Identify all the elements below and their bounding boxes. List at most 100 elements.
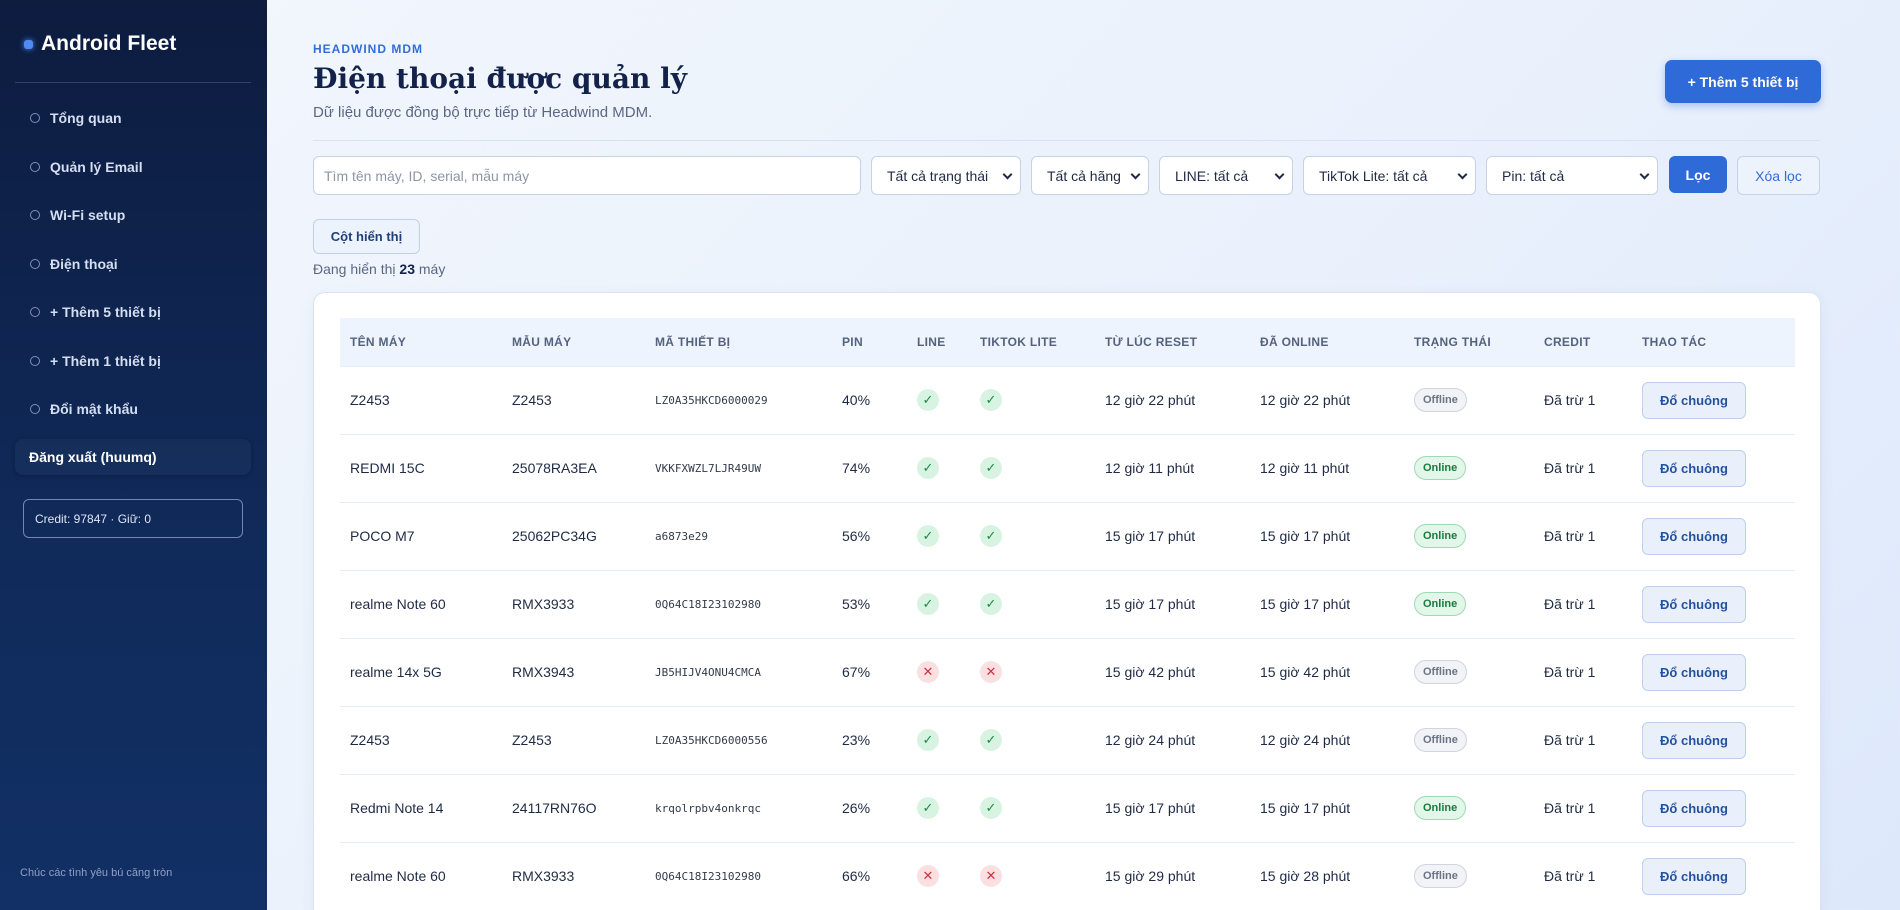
logout-button[interactable]: Đăng xuất (huumq) xyxy=(15,439,251,475)
device-model-cell: RMX3933 xyxy=(502,569,645,638)
table-header-row: TÊN MÁY MẪU MÁY MÃ THIẾT BỊ PIN LINE TIK… xyxy=(340,318,1795,366)
status-badge: Online xyxy=(1414,524,1467,548)
chevron-down-icon xyxy=(1457,169,1468,180)
device-id-cell: 0Q64C18I23102980 xyxy=(645,569,832,638)
device-id-cell: LZ0A35HKCD6000556 xyxy=(645,705,832,774)
check-icon: ✓ xyxy=(917,457,939,479)
table-row[interactable]: realme Note 60 RMX3933 0Q64C18I23102980 53%… xyxy=(340,569,1795,638)
line-cell: ✓ xyxy=(907,705,970,774)
device-name-cell: Z2453 xyxy=(340,705,502,774)
table-row[interactable]: POCO M7 25062PC34G a6873e29 56% ✓ ✓ 15 giờ 17 … xyxy=(340,501,1795,570)
bullet-icon xyxy=(30,258,40,269)
ring-button[interactable]: Đổ chuông xyxy=(1642,721,1746,759)
check-icon: ✓ xyxy=(980,729,1002,751)
ring-button[interactable]: Đổ chuông xyxy=(1642,653,1746,691)
online-time-cell: 15 giờ 42 phút xyxy=(1250,637,1404,706)
sidebar-item-label: Wi-Fi setup xyxy=(50,207,126,224)
sidebar-item-label: Đổi mật khẩu xyxy=(50,401,138,418)
ring-button[interactable]: Đổ chuông xyxy=(1642,517,1746,555)
ring-button[interactable]: Đổ chuông xyxy=(1642,381,1746,419)
table-row[interactable]: Z2453 Z2453 LZ0A35HKCD6000556 23% ✓ ✓ 12 giờ 2… xyxy=(340,705,1795,774)
sidebar-item-change-password[interactable]: Đổi mật khẩu xyxy=(0,385,267,434)
search-input[interactable] xyxy=(313,156,861,195)
ring-button[interactable]: Đổ chuông xyxy=(1642,789,1746,827)
table-row[interactable]: realme Note 60 RMX3933 0Q64C18I23102980 66%… xyxy=(340,841,1795,910)
chevron-down-icon xyxy=(1130,169,1141,180)
credit-cell: Đã trừ 1 xyxy=(1534,569,1632,638)
device-model-cell: RMX3943 xyxy=(502,637,645,706)
battery-cell: 40% xyxy=(832,365,907,434)
main-content: HEADWIND MDM Điện thoại được quản lý Dữ … xyxy=(267,0,1900,910)
brand-select[interactable]: Tất cả hãng xyxy=(1031,156,1149,195)
column-header[interactable]: LINE xyxy=(907,318,970,366)
online-time-cell: 15 giờ 17 phút xyxy=(1250,569,1404,638)
battery-cell: 53% xyxy=(832,569,907,638)
device-table: TÊN MÁY MẪU MÁY MÃ THIẾT BỊ PIN LINE TIK… xyxy=(340,318,1795,910)
action-cell: Đổ chuông xyxy=(1632,705,1795,774)
device-model-cell: Z2453 xyxy=(502,365,645,434)
device-model-cell: 25078RA3EA xyxy=(502,433,645,502)
ring-button[interactable]: Đổ chuông xyxy=(1642,449,1746,487)
reset-time-cell: 15 giờ 17 phút xyxy=(1095,501,1250,570)
column-header[interactable]: TỪ LÚC RESET xyxy=(1095,318,1250,366)
ring-button[interactable]: Đổ chuông xyxy=(1642,857,1746,895)
footer-note: Chúc các tình yêu bú căng tròn xyxy=(20,867,173,879)
column-header[interactable]: TÊN MÁY xyxy=(340,318,502,366)
device-table-card: TÊN MÁY MẪU MÁY MÃ THIẾT BỊ PIN LINE TIK… xyxy=(313,292,1821,910)
online-time-cell: 12 giờ 22 phút xyxy=(1250,365,1404,434)
battery-cell: 66% xyxy=(832,841,907,910)
credit-cell: Đã trừ 1 xyxy=(1534,501,1632,570)
device-count-suffix: máy xyxy=(418,261,446,277)
bullet-icon xyxy=(30,113,40,124)
status-cell: Online xyxy=(1404,501,1534,570)
status-select[interactable]: Tất cả trạng thái xyxy=(871,156,1021,195)
sidebar-item-phones[interactable]: Điện thoại xyxy=(0,240,267,289)
sidebar-item-add-5[interactable]: + Thêm 5 thiết bị xyxy=(0,288,267,337)
tiktok-cell: ✓ xyxy=(970,569,1095,638)
tiktok-select[interactable]: TikTok Lite: tất cả xyxy=(1303,156,1476,195)
column-header[interactable]: MÃ THIẾT BỊ xyxy=(645,318,832,366)
line-cell: ✓ xyxy=(907,501,970,570)
clear-filter-button[interactable]: Xóa lọc xyxy=(1737,156,1820,195)
action-cell: Đổ chuông xyxy=(1632,365,1795,434)
sidebar: Android Fleet Tổng quan Quản lý Email Wi… xyxy=(0,0,267,910)
line-cell: ✓ xyxy=(907,773,970,842)
cross-icon: ✕ xyxy=(917,661,939,683)
pin-select[interactable]: Pin: tất cả xyxy=(1486,156,1658,195)
column-header[interactable]: CREDIT xyxy=(1534,318,1632,366)
device-count-prefix: Đang hiển thị xyxy=(313,261,396,277)
action-cell: Đổ chuông xyxy=(1632,501,1795,570)
table-row[interactable]: Z2453 Z2453 LZ0A35HKCD6000029 40% ✓ ✓ 12 giờ 2… xyxy=(340,365,1795,434)
device-model-cell: 25062PC34G xyxy=(502,501,645,570)
divider xyxy=(313,140,1820,141)
sidebar-item-wifi[interactable]: Wi-Fi setup xyxy=(0,191,267,240)
ring-button[interactable]: Đổ chuông xyxy=(1642,585,1746,623)
cross-icon: ✕ xyxy=(980,865,1002,888)
column-header[interactable]: TIKTOK LITE xyxy=(970,318,1095,366)
table-row[interactable]: REDMI 15C 25078RA3EA VKKFXWZL7LJR49UW 74% ✓ ✓… xyxy=(340,433,1795,502)
column-header[interactable]: THAO TÁC xyxy=(1632,318,1795,366)
line-select[interactable]: LINE: tất cả xyxy=(1159,156,1293,195)
reset-time-cell: 12 giờ 24 phút xyxy=(1095,705,1250,774)
battery-cell: 26% xyxy=(832,773,907,842)
sidebar-item-email[interactable]: Quản lý Email xyxy=(0,143,267,192)
status-select-value: Tất cả trạng thái xyxy=(887,167,989,184)
table-body: Z2453 Z2453 LZ0A35HKCD6000029 40% ✓ ✓ 12 giờ 2… xyxy=(340,365,1795,910)
column-header[interactable]: ĐÃ ONLINE xyxy=(1250,318,1404,366)
table-row[interactable]: Redmi Note 14 24117RN76O krqolrpbv4onkrqc 2… xyxy=(340,773,1795,842)
table-row[interactable]: realme 14x 5G RMX3943 JB5HIJV4ONU4CMCA 67% ✕… xyxy=(340,637,1795,706)
device-id-cell: krqolrpbv4onkrqc xyxy=(645,773,832,842)
check-icon: ✓ xyxy=(980,525,1002,547)
line-cell: ✓ xyxy=(907,569,970,638)
columns-button[interactable]: Cột hiển thị xyxy=(313,219,420,254)
column-header[interactable]: TRẠNG THÁI xyxy=(1404,318,1534,366)
brand-select-value: Tất cả hãng xyxy=(1047,167,1121,184)
status-badge: Online xyxy=(1414,592,1467,616)
sidebar-item-overview[interactable]: Tổng quan xyxy=(0,94,267,143)
filter-button[interactable]: Lọc xyxy=(1669,156,1727,193)
column-header[interactable]: MẪU MÁY xyxy=(502,318,645,366)
device-id-cell: a6873e29 xyxy=(645,501,832,570)
add-5-devices-button[interactable]: + Thêm 5 thiết bị xyxy=(1665,60,1821,103)
column-header[interactable]: PIN xyxy=(832,318,907,366)
sidebar-item-add-1[interactable]: + Thêm 1 thiết bị xyxy=(0,337,267,386)
